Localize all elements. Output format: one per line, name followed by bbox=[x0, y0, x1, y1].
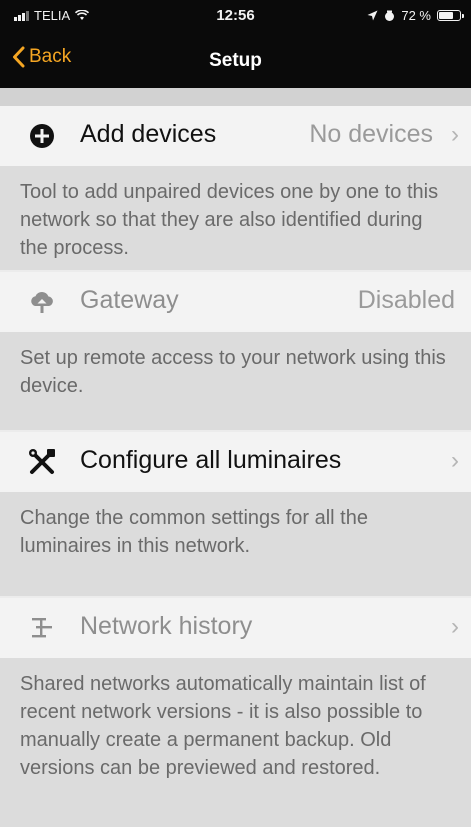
top-bar: TELIA 12:56 72 % Back Setup bbox=[0, 0, 471, 88]
network-history-label: Network history bbox=[80, 612, 253, 640]
status-right: 72 % bbox=[367, 8, 464, 23]
cloud-upload-icon bbox=[28, 288, 56, 316]
add-devices-row[interactable]: Add devices No devices › bbox=[0, 106, 471, 166]
configure-luminaires-description: Change the common settings for all the l… bbox=[0, 492, 471, 596]
configure-luminaires-label: Configure all luminaires bbox=[80, 446, 342, 474]
chevron-right-icon: › bbox=[451, 447, 459, 474]
battery-level bbox=[439, 12, 454, 19]
list-top-spacer bbox=[0, 88, 471, 106]
page-title: Setup bbox=[209, 50, 262, 71]
gateway-description: Set up remote access to your network usi… bbox=[0, 332, 471, 430]
add-devices-value: No devices bbox=[309, 120, 433, 148]
add-devices-label: Add devices bbox=[80, 120, 217, 148]
chevron-right-icon: › bbox=[451, 613, 459, 640]
wrench-tools-icon bbox=[28, 448, 56, 476]
status-bar: TELIA 12:56 72 % bbox=[0, 0, 471, 34]
alarm-lock-icon bbox=[385, 10, 395, 21]
setup-screen: TELIA 12:56 72 % Back Setup Add devices … bbox=[0, 0, 471, 827]
network-history-row[interactable]: Network history › bbox=[0, 598, 471, 658]
gateway-label: Gateway bbox=[80, 286, 179, 314]
navigation-bar: Back Setup bbox=[0, 34, 471, 88]
add-devices-description: Tool to add unpaired devices one by one … bbox=[0, 166, 471, 270]
gateway-row[interactable]: Gateway Disabled bbox=[0, 272, 471, 332]
location-arrow-icon bbox=[367, 10, 378, 21]
setup-list: Add devices No devices › Tool to add unp… bbox=[0, 88, 471, 827]
configure-luminaires-row[interactable]: Configure all luminaires › bbox=[0, 432, 471, 492]
gateway-status: Disabled bbox=[357, 286, 455, 314]
battery-icon bbox=[437, 10, 464, 21]
plus-circle-icon bbox=[28, 122, 56, 150]
chevron-right-icon: › bbox=[451, 121, 459, 148]
network-history-description: Shared networks automatically maintain l… bbox=[0, 658, 471, 827]
history-tree-icon bbox=[28, 614, 56, 642]
battery-percent: 72 % bbox=[401, 8, 431, 23]
